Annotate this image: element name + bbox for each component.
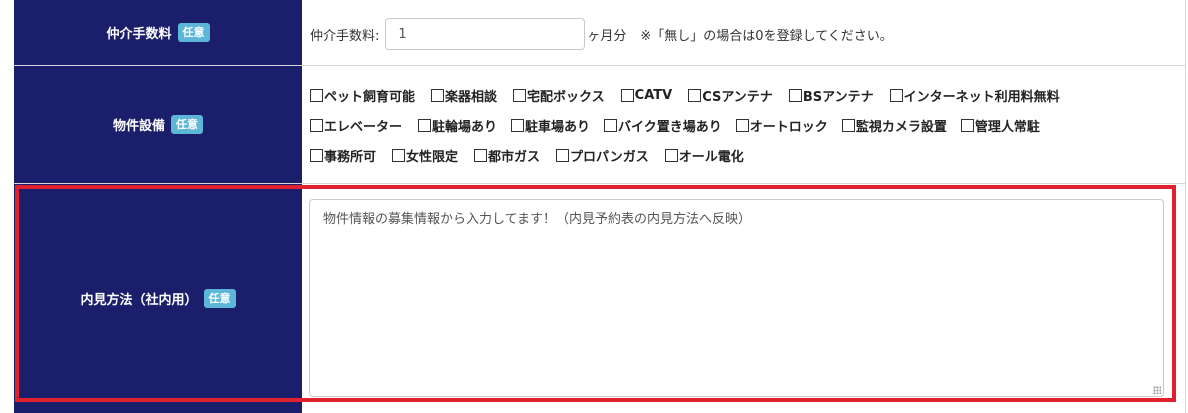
optional-badge: 任意	[203, 289, 236, 308]
facility-label: 駐車場あり	[525, 120, 591, 135]
brokerage-fee-field-row: 仲介手数料: ヶ月分 ※「無し」の場合は0を登録してください。	[310, 17, 893, 51]
facilities-checkbox-row: ペット飼育可能 楽器相談 宅配ボックス CATV CSアンテナ BSアンテナ イ…	[310, 86, 1060, 105]
facility-checkbox-office-use[interactable]: 事務所可	[310, 146, 376, 165]
viewing-method-textarea[interactable]: 物件情報の募集情報から入力してます！（内見予約表の内見方法へ反映）	[309, 199, 1164, 397]
brokerage-fee-input[interactable]	[385, 18, 586, 50]
facility-checkbox-city-gas[interactable]: 都市ガス	[474, 146, 540, 165]
resize-grip-icon[interactable]	[1153, 386, 1161, 394]
checkbox-icon[interactable]	[841, 119, 855, 132]
facility-checkbox-auto-lock[interactable]: オートロック	[735, 116, 828, 135]
checkbox-icon[interactable]	[620, 89, 634, 102]
brokerage-fee-unit: ヶ月分	[587, 28, 627, 44]
facility-checkbox-instrument[interactable]: 楽器相談	[431, 86, 497, 105]
checkbox-icon[interactable]	[474, 149, 488, 162]
checkbox-icon[interactable]	[604, 119, 618, 132]
facility-checkbox-delivery-box[interactable]: 宅配ボックス	[513, 86, 605, 105]
facility-label: プロパンガス	[570, 150, 649, 165]
checkbox-icon[interactable]	[960, 119, 974, 132]
checkbox-icon[interactable]	[431, 89, 445, 102]
facilities-checkbox-row: 事務所可 女性限定 都市ガス プロパンガス オール電化	[310, 146, 744, 165]
facility-checkbox-resident-manager[interactable]: 管理人常駐	[960, 116, 1040, 135]
facilities-label-cell: 物件設備 任意	[14, 66, 302, 183]
facility-label: 駐輪場あり	[432, 120, 498, 135]
facility-label: 事務所可	[324, 150, 377, 165]
facilities-checkbox-row: エレベーター 駐輪場あり 駐車場あり バイク置き場あり オートロック 監視カメラ…	[310, 116, 1040, 135]
checkbox-icon[interactable]	[511, 119, 525, 132]
facility-checkbox-all-electric[interactable]: オール電化	[664, 146, 744, 165]
facility-checkbox-bs-antenna[interactable]: BSアンテナ	[788, 86, 874, 105]
facilities-label: 物件設備	[112, 119, 165, 134]
facility-checkbox-free-internet[interactable]: インターネット利用料無料	[889, 86, 1060, 105]
brokerage-fee-note: ※「無し」の場合は0を登録してください。	[640, 28, 893, 44]
facility-label: 女性限定	[406, 150, 459, 165]
facility-checkbox-security-camera[interactable]: 監視カメラ設置	[841, 116, 947, 135]
brokerage-fee-label: 仲介手数料	[106, 27, 172, 42]
facility-label: エレベーター	[324, 120, 403, 135]
viewing-method-label-cell: 内見方法（社内用） 任意	[14, 184, 302, 413]
checkbox-icon[interactable]	[735, 119, 749, 132]
facility-label: CATV	[634, 88, 673, 103]
optional-badge: 任意	[177, 23, 210, 42]
table-border-right	[1185, 0, 1186, 413]
checkbox-icon[interactable]	[788, 89, 802, 102]
facility-label: 管理人常駐	[974, 120, 1040, 135]
facility-label: 監視カメラ設置	[855, 120, 947, 135]
brokerage-fee-field-label: 仲介手数料:	[310, 28, 380, 44]
optional-badge: 任意	[171, 115, 203, 134]
checkbox-icon[interactable]	[688, 89, 702, 102]
checkbox-icon[interactable]	[310, 149, 323, 162]
facility-checkbox-catv[interactable]: CATV	[620, 88, 673, 103]
facility-checkbox-motorbike-parking[interactable]: バイク置き場あり	[604, 116, 722, 135]
checkbox-icon[interactable]	[664, 149, 678, 162]
facility-checkbox-cs-antenna[interactable]: CSアンテナ	[688, 86, 773, 105]
facility-label: 宅配ボックス	[527, 90, 605, 105]
checkbox-icon[interactable]	[889, 89, 903, 102]
facility-checkbox-car-parking[interactable]: 駐車場あり	[511, 116, 590, 135]
facility-checkbox-bicycle-parking[interactable]: 駐輪場あり	[418, 116, 497, 135]
viewing-method-label: 内見方法（社内用）	[80, 293, 198, 308]
checkbox-icon[interactable]	[392, 149, 406, 162]
facility-label: BSアンテナ	[802, 90, 874, 105]
facility-label: 都市ガス	[488, 150, 541, 165]
facility-checkbox-elevator[interactable]: エレベーター	[310, 116, 402, 135]
facility-label: 楽器相談	[445, 90, 498, 105]
checkbox-icon[interactable]	[418, 119, 432, 132]
facility-label: インターネット利用料無料	[903, 90, 1060, 105]
viewing-method-text: 物件情報の募集情報から入力してます！（内見予約表の内見方法へ反映）	[323, 212, 751, 227]
facility-checkbox-women-only[interactable]: 女性限定	[392, 146, 458, 165]
checkbox-icon[interactable]	[556, 149, 570, 162]
facility-checkbox-propane-gas[interactable]: プロパンガス	[556, 146, 649, 165]
checkbox-icon[interactable]	[513, 89, 527, 102]
facility-label: オートロック	[749, 120, 828, 135]
facility-checkbox-pet[interactable]: ペット飼育可能	[310, 86, 415, 105]
property-form-table: 仲介手数料 任意 仲介手数料: ヶ月分 ※「無し」の場合は0を登録してください。…	[0, 0, 1188, 413]
checkbox-icon[interactable]	[310, 119, 323, 132]
facility-label: オール電化	[678, 150, 744, 165]
brokerage-fee-label-cell: 仲介手数料 任意	[14, 0, 302, 65]
facility-label: ペット飼育可能	[324, 90, 416, 105]
checkbox-icon[interactable]	[310, 89, 323, 102]
facility-label: バイク置き場あり	[618, 120, 722, 135]
facility-label: CSアンテナ	[702, 90, 773, 105]
